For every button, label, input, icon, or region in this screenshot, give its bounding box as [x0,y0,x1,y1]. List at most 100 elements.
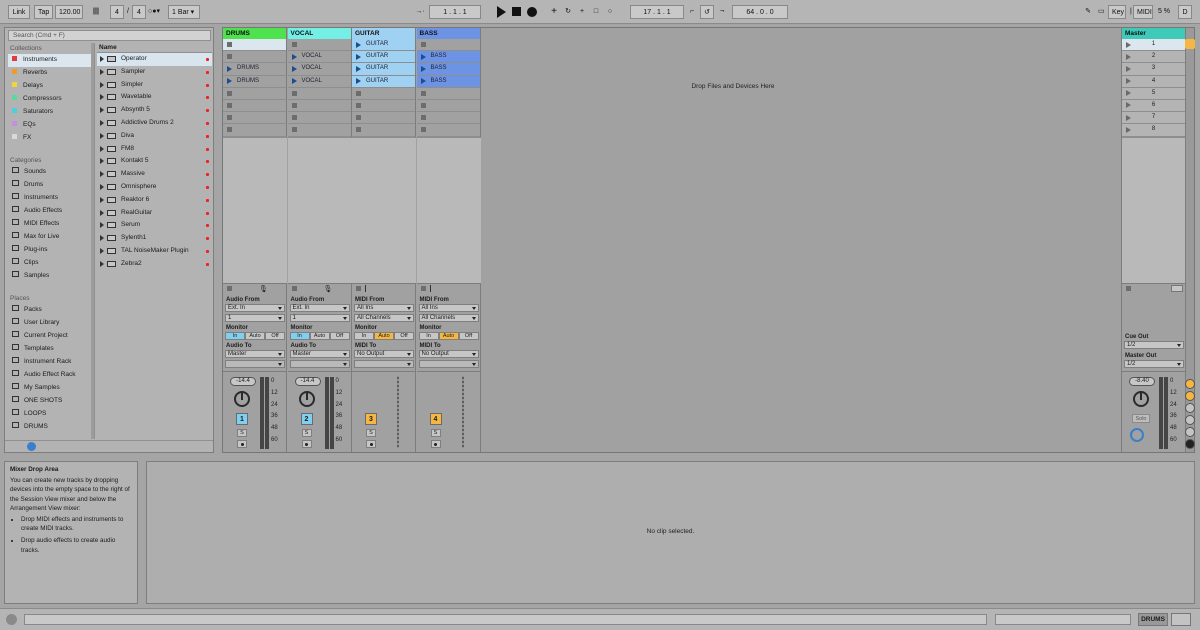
place-drums[interactable]: DRUMS [8,421,91,434]
place-one-shots[interactable]: ONE SHOTS [8,395,91,408]
output-channel-select[interactable] [354,360,414,368]
name-column-header[interactable]: Name [97,43,212,53]
punch-in-icon[interactable]: ⌐ [686,5,698,19]
list-item[interactable]: Absynth 5 [97,104,212,117]
slot-stop-icon[interactable] [227,115,232,121]
place-instrument-rack[interactable]: Instrument Rack [8,356,91,369]
collection-instruments[interactable]: Instruments [8,54,91,67]
arm-button[interactable] [430,440,441,448]
place-templates[interactable]: Templates [8,343,91,356]
track-header[interactable]: DRUMS [223,28,286,39]
output-channel-select[interactable] [418,360,479,368]
clip-slot[interactable] [352,88,415,100]
record-icon[interactable] [527,7,537,17]
expand-arrow-icon[interactable] [100,81,104,88]
place-packs[interactable]: Packs [8,304,91,317]
scene-play-icon[interactable] [1126,41,1131,48]
scene-launch[interactable]: 4 [1122,75,1185,88]
browser-search-input[interactable]: Search (Cmd + F) [8,30,211,41]
monitor-in-button[interactable]: In [289,332,310,340]
track-header[interactable]: VOCAL [287,28,351,39]
scene-launch[interactable]: 6 [1122,99,1185,113]
expand-arrow-icon[interactable] [100,209,104,216]
slot-stop-icon[interactable] [291,90,297,96]
list-item[interactable]: RealGuitar [97,207,212,220]
collection-reverbs[interactable]: Reverbs [8,67,91,80]
solo-button[interactable]: S [430,429,441,437]
slot-stop-icon[interactable] [291,42,297,47]
clip-play-icon[interactable] [420,65,426,72]
monitor-auto-button[interactable]: Auto [309,332,330,340]
input-type-select[interactable]: All Ins [418,304,479,312]
monitor-in-button[interactable]: In [225,332,245,340]
selected-track-indicator[interactable]: DRUMS [1138,613,1168,626]
place-current-project[interactable]: Current Project [8,330,91,343]
clip-play-icon[interactable] [227,65,232,72]
clip-slot[interactable] [416,39,480,52]
capture-midi-icon[interactable]: □ [590,5,602,19]
returns-toggle-icon[interactable] [1185,403,1195,413]
clip-slot[interactable]: DRUMS [223,63,286,76]
slot-stop-icon[interactable] [227,54,232,60]
monitor-in-button[interactable]: In [418,332,439,340]
clip-slot[interactable]: GUITAR [352,75,415,88]
category-midi-effects[interactable]: MIDI Effects [8,218,91,231]
scene-play-icon[interactable] [1126,114,1131,121]
clip-play-icon[interactable] [227,78,232,85]
track-activator-button[interactable]: 4 [429,413,442,425]
clip-slot[interactable] [287,124,351,137]
session-view-icon[interactable] [1185,39,1195,49]
expand-arrow-icon[interactable] [100,260,104,267]
category-drums[interactable]: Drums [8,179,91,192]
output-type-select[interactable]: Master [289,350,350,358]
expand-arrow-icon[interactable] [100,68,104,75]
list-item[interactable]: Simpler [97,79,212,92]
clip-slot[interactable] [416,100,480,113]
clip-play-icon[interactable] [291,53,297,60]
play-icon[interactable] [497,6,506,18]
master-solo-button[interactable]: Solo [1132,414,1150,423]
collection-saturators[interactable]: Saturators [8,106,91,119]
scene-play-icon[interactable] [1126,102,1131,109]
track-header[interactable]: GUITAR [352,28,415,39]
expand-arrow-icon[interactable] [100,145,104,152]
monitor-off-button[interactable]: Off [329,332,350,340]
metronome-icon[interactable]: ○●▾ [143,5,165,19]
list-item[interactable]: Massive [97,168,212,181]
browser-divider[interactable] [94,43,95,439]
clip-slot[interactable]: VOCAL [287,51,351,64]
list-item[interactable]: Omnisphere [97,181,212,194]
stop-clips-icon[interactable] [356,286,361,291]
expand-arrow-icon[interactable] [100,183,104,190]
monitor-off-button[interactable]: Off [265,332,285,340]
clip-play-icon[interactable] [356,65,361,72]
track-activator-button[interactable]: 2 [300,413,313,425]
clip-slot[interactable] [223,88,286,100]
slot-stop-icon[interactable] [420,90,426,96]
expand-arrow-icon[interactable] [100,119,104,126]
output-channel-select[interactable] [225,360,285,368]
monitor-auto-button[interactable]: Auto [374,332,394,340]
clip-slot[interactable] [223,39,286,52]
output-type-select[interactable]: No Output [418,350,479,358]
clip-slot[interactable] [416,112,480,125]
detail-view-toggle-icon[interactable] [1171,613,1191,626]
loop-start-field[interactable]: 17 . 1 . 1 [630,5,684,19]
loop-length-field[interactable]: 64 . 0 . 0 [732,5,788,19]
master-track-header[interactable]: Master [1122,28,1185,39]
scene-launch[interactable]: 8 [1122,124,1185,137]
midi-map-button[interactable]: MIDI [1133,5,1153,19]
session-record-icon[interactable]: ○ [604,5,616,19]
tap-tempo-button[interactable]: Tap [34,5,53,19]
scene-play-icon[interactable] [1126,90,1131,97]
clip-slot[interactable] [416,124,480,137]
scene-launch-icon[interactable] [1171,285,1183,292]
slot-stop-icon[interactable] [356,102,361,108]
scene-play-icon[interactable] [1126,65,1131,72]
overdub-icon[interactable]: + [548,5,560,19]
place-loops[interactable]: LOOPS [8,408,91,421]
pan-knob[interactable] [298,391,315,407]
stop-clips-icon[interactable] [291,286,297,291]
slot-stop-icon[interactable] [291,115,297,121]
tempo-field[interactable]: 120.00 [55,5,83,19]
